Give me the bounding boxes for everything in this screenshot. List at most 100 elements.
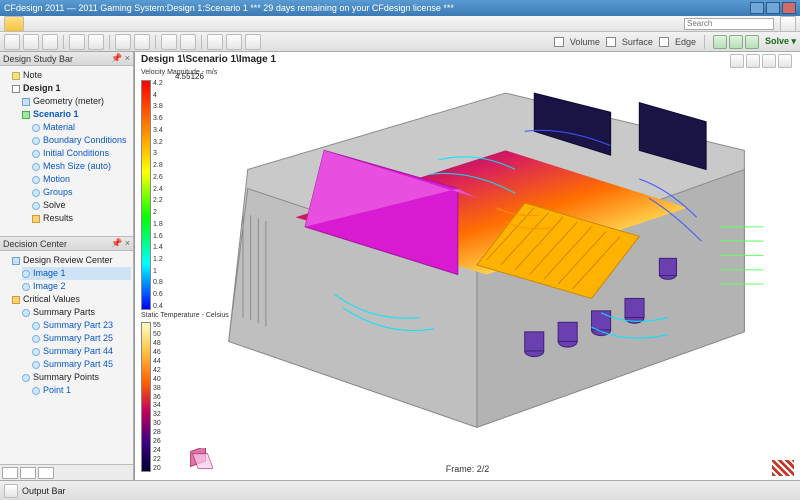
geometry-icon: [22, 98, 30, 106]
motion-icon: [32, 176, 40, 184]
mesh-button[interactable]: [161, 34, 177, 50]
part-icon: [32, 361, 40, 369]
output-toggle-icon[interactable]: [4, 484, 18, 498]
save-button[interactable]: [42, 34, 58, 50]
vp-tool-2[interactable]: [746, 54, 760, 68]
velocity-colorbar: [141, 80, 151, 310]
tree-initial[interactable]: Initial Conditions: [43, 148, 109, 158]
new-button[interactable]: [4, 34, 20, 50]
tree-geometry[interactable]: Geometry (meter): [33, 96, 104, 106]
solve-label[interactable]: Solve ▾: [765, 36, 796, 47]
decision-center-panel: Decision Center 📌 × Design Review Center…: [0, 236, 133, 480]
solve-next-button[interactable]: [745, 35, 759, 49]
edge-label: Edge: [675, 37, 696, 47]
frame-indicator: Frame: 2/2: [446, 464, 490, 474]
tree-groups[interactable]: Groups: [43, 187, 73, 197]
tree-note[interactable]: Note: [23, 70, 42, 80]
ic-icon: [32, 150, 40, 158]
3d-viewport[interactable]: Design 1\Scenario 1\Image 1 Velocity Mag…: [134, 52, 800, 480]
panel-pin-icon[interactable]: 📌 ×: [111, 53, 130, 64]
left-sidebar: Design Study Bar 📌 × Note Design 1 Geome…: [0, 52, 134, 480]
tree-boundary[interactable]: Boundary Conditions: [43, 135, 127, 145]
maximize-button[interactable]: [766, 2, 780, 14]
volume-label: Volume: [570, 37, 600, 47]
tree-point1[interactable]: Point 1: [43, 385, 71, 395]
tree-image1[interactable]: Image 1: [33, 268, 66, 278]
tab-ribbon: [0, 16, 800, 32]
decision-header[interactable]: Decision Center 📌 ×: [0, 237, 133, 251]
decision-tree[interactable]: Design Review Center Image 1 Image 2 Cri…: [0, 251, 133, 464]
tree-sp45[interactable]: Summary Part 45: [43, 359, 113, 369]
solve-icon: [32, 202, 40, 210]
render-scene[interactable]: [181, 74, 792, 456]
sidebar-tabstrip: [0, 464, 133, 480]
results-button[interactable]: [180, 34, 196, 50]
cutplane-button[interactable]: [207, 34, 223, 50]
volume-checkbox[interactable]: [554, 37, 564, 47]
tree-results[interactable]: Results: [43, 213, 73, 223]
tree-summary-parts[interactable]: Summary Parts: [33, 307, 95, 317]
minimize-button[interactable]: [750, 2, 764, 14]
view-button[interactable]: [115, 34, 131, 50]
search-input[interactable]: [684, 18, 774, 30]
sidebar-tab-1[interactable]: [2, 467, 18, 479]
design-study-header[interactable]: Design Study Bar 📌 ×: [0, 52, 133, 66]
point-icon: [32, 387, 40, 395]
tree-sp23[interactable]: Summary Part 23: [43, 320, 113, 330]
temperature-legend[interactable]: 5550484644424038363432302826242220: [141, 322, 171, 472]
tree-review[interactable]: Design Review Center: [23, 255, 113, 265]
velocity-legend[interactable]: 4.243.83.63.43.232.82.62.42.221.81.61.41…: [141, 80, 171, 310]
tree-material[interactable]: Material: [43, 122, 75, 132]
solve-prev-button[interactable]: [713, 35, 727, 49]
groups-icon: [32, 189, 40, 197]
temperature-ticks: 5550484644424038363432302826242220: [151, 322, 161, 472]
redo-button[interactable]: [88, 34, 104, 50]
decision-pin-icon[interactable]: 📌 ×: [111, 238, 130, 249]
note-icon: [12, 72, 20, 80]
sidebar-tab-2[interactable]: [20, 467, 36, 479]
design-tree[interactable]: Note Design 1 Geometry (meter) Scenario …: [0, 66, 133, 236]
vp-tool-3[interactable]: [762, 54, 776, 68]
output-bar-label[interactable]: Output Bar: [22, 486, 66, 496]
review-icon: [12, 257, 20, 265]
viewport-toolbar: [730, 54, 792, 68]
vp-tool-1[interactable]: [730, 54, 744, 68]
temperature-colorbar: [141, 322, 151, 472]
vp-tool-4[interactable]: [778, 54, 792, 68]
velocity-ticks: 4.243.83.63.43.232.82.62.42.221.81.61.41…: [151, 80, 163, 310]
main-toolbar: Volume Surface Edge Solve ▾: [0, 32, 800, 52]
orientation-triad[interactable]: [185, 448, 213, 476]
bc-icon: [32, 137, 40, 145]
image-icon: [22, 270, 30, 278]
window-titlebar: CFdesign 2011 — 2011 Gaming System:Desig…: [0, 0, 800, 16]
image-icon: [22, 283, 30, 291]
tree-critical[interactable]: Critical Values: [23, 294, 80, 304]
vendor-logo: [772, 460, 794, 476]
help-icon[interactable]: [780, 16, 796, 32]
results-icon: [32, 215, 40, 223]
points-icon: [22, 374, 30, 382]
tree-scenario[interactable]: Scenario 1: [33, 109, 79, 119]
tree-image2[interactable]: Image 2: [33, 281, 66, 291]
sidebar-tab-3[interactable]: [38, 467, 54, 479]
surface-checkbox[interactable]: [606, 37, 616, 47]
tree-design[interactable]: Design 1: [23, 83, 61, 93]
tree-sp25[interactable]: Summary Part 25: [43, 333, 113, 343]
open-button[interactable]: [23, 34, 39, 50]
iso-button[interactable]: [226, 34, 242, 50]
undo-button[interactable]: [69, 34, 85, 50]
trace-button[interactable]: [245, 34, 261, 50]
solve-play-button[interactable]: [729, 35, 743, 49]
tree-solve[interactable]: Solve: [43, 200, 66, 210]
viewport-breadcrumb: Design 1\Scenario 1\Image 1: [141, 54, 276, 65]
decision-title: Decision Center: [3, 239, 67, 249]
tree-mesh[interactable]: Mesh Size (auto): [43, 161, 111, 171]
app-menu-button[interactable]: [4, 16, 24, 32]
tree-motion[interactable]: Motion: [43, 174, 70, 184]
part-icon: [32, 335, 40, 343]
tree-sp44[interactable]: Summary Part 44: [43, 346, 113, 356]
camera-button[interactable]: [134, 34, 150, 50]
edge-checkbox[interactable]: [659, 37, 669, 47]
tree-summary-points[interactable]: Summary Points: [33, 372, 99, 382]
close-button[interactable]: [782, 2, 796, 14]
